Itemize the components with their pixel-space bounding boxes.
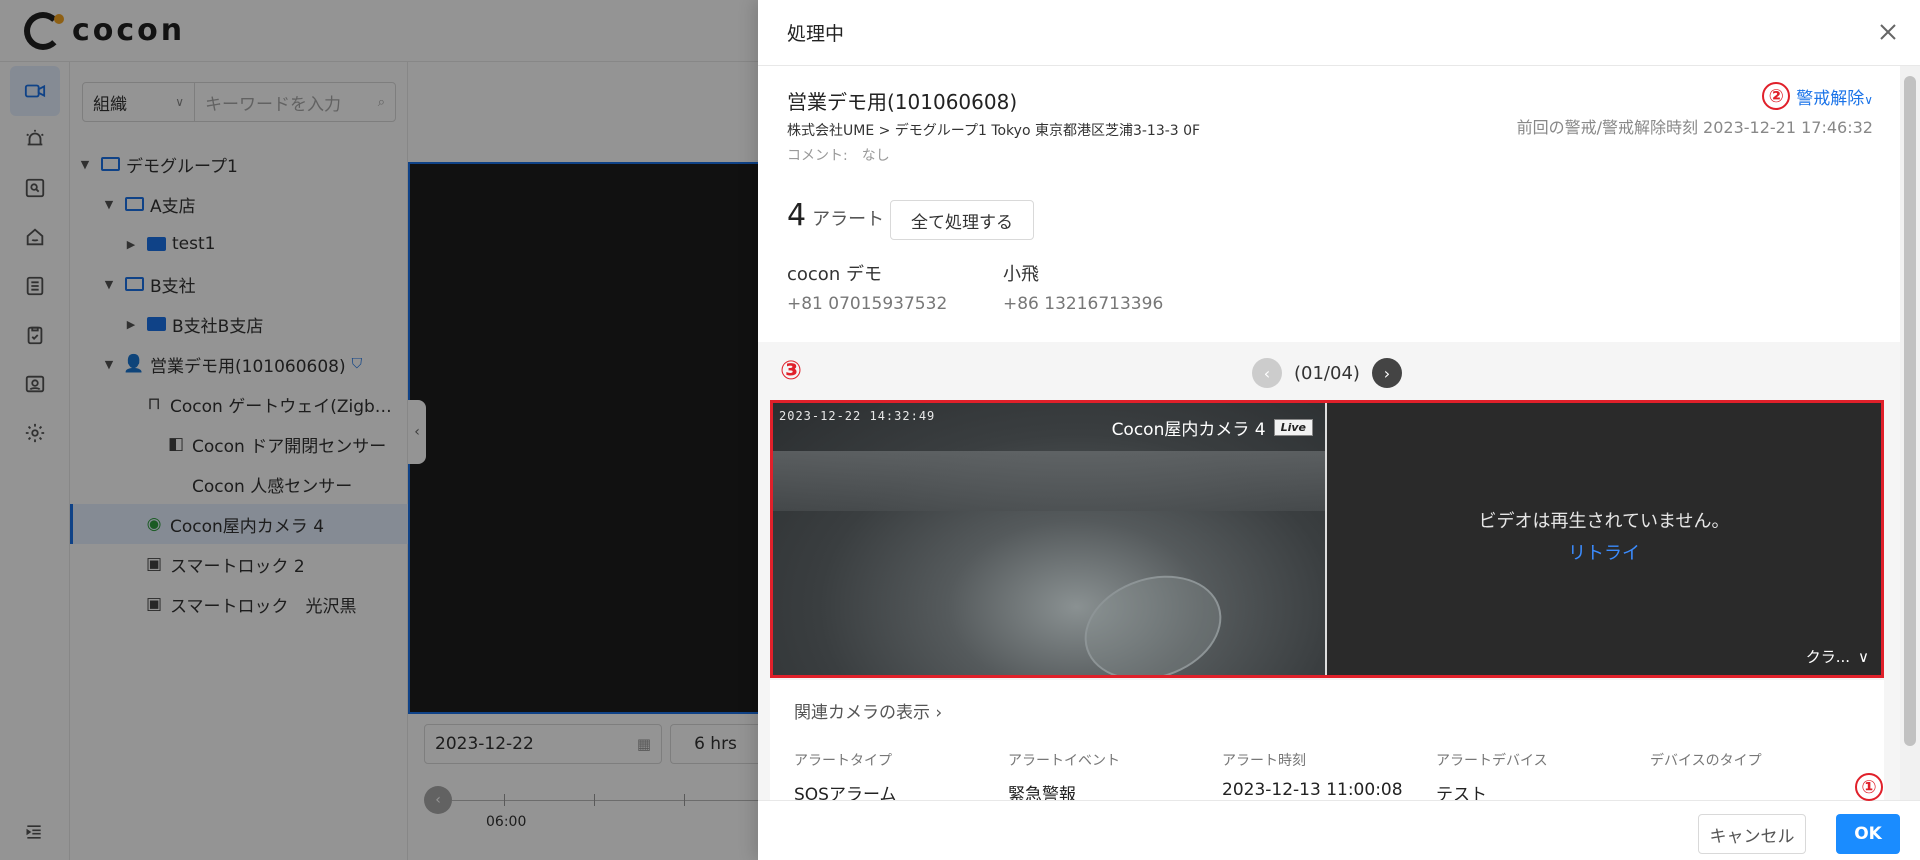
- alert-pager: ‹ (01/04) ›: [1252, 358, 1402, 388]
- site-path: 株式会社UME > デモグループ1 Tokyo 東京都港区芝浦3-13-3 0F: [787, 123, 1201, 139]
- info-header: アラートデバイス: [1436, 753, 1548, 769]
- alert-count: 4 アラート: [787, 198, 884, 233]
- camera-playback-view: ビデオは再生されていません。 リトライ クラ... ∨: [1327, 403, 1881, 675]
- annotation-badge-1: ①: [1855, 773, 1883, 801]
- disarm-label: 警戒解除: [1796, 88, 1865, 109]
- camera-title: Cocon屋内カメラ 4 Live: [1112, 415, 1313, 440]
- alert-info-card: 関連カメラの表示 › アラートタイプ SOSアラーム アラートイベント 緊急警報…: [770, 680, 1884, 800]
- alert-count-label: アラート: [812, 209, 885, 230]
- info-alert-event: アラートイベント 緊急警報: [1008, 750, 1120, 800]
- cancel-button[interactable]: キャンセル: [1698, 814, 1806, 854]
- drawer-body: 営業デモ用(101060608) 株式会社UME > デモグループ1 Tokyo…: [758, 66, 1900, 800]
- cloud-select-label: クラ...: [1805, 648, 1851, 666]
- info-alert-type: アラートタイプ SOSアラーム: [794, 750, 896, 800]
- camera-video-frame: 2023-12-22 14:32:49 Cocon屋内カメラ 4 Live ビデ…: [770, 400, 1884, 678]
- chevron-down-icon: ∨: [1864, 92, 1873, 107]
- close-icon[interactable]: [1876, 20, 1900, 44]
- retry-link[interactable]: リトライ: [1327, 539, 1881, 565]
- site-name: 営業デモ用(101060608): [787, 90, 1018, 114]
- contact-1: cocon デモ +81 07015937532: [787, 260, 947, 314]
- pager-text: (01/04): [1294, 362, 1360, 384]
- drawer-footer: ① キャンセル OK: [758, 773, 1920, 860]
- drawer-scrollbar[interactable]: [1900, 66, 1920, 800]
- info-device-type: デバイスのタイプ: [1650, 750, 1762, 780]
- info-header: デバイスのタイプ: [1650, 753, 1762, 769]
- process-all-button[interactable]: 全て処理する: [890, 200, 1034, 240]
- contact-name: cocon デモ: [787, 264, 882, 285]
- pager-next-button[interactable]: ›: [1371, 358, 1402, 388]
- related-camera-link[interactable]: 関連カメラの表示 ›: [794, 698, 942, 723]
- alert-process-drawer: 処理中 営業デモ用(101060608) 株式会社UME > デモグループ1 T…: [758, 0, 1920, 860]
- camera-image-shape: [1070, 558, 1236, 675]
- alert-count-number: 4: [787, 198, 807, 233]
- annotation-badge-2: ②: [1762, 82, 1791, 110]
- pager-prev-button[interactable]: ‹: [1252, 358, 1282, 388]
- camera-timestamp: 2023-12-22 14:32:49: [779, 409, 936, 423]
- camera-live-view[interactable]: 2023-12-22 14:32:49 Cocon屋内カメラ 4 Live: [773, 403, 1327, 675]
- drawer-header: 処理中: [758, 0, 1920, 66]
- last-arm-time: 前回の警戒/警戒解除時刻 2023-12-21 17:46:32: [1516, 118, 1873, 137]
- site-comment: コメント: なし: [787, 148, 890, 164]
- modal-overlay[interactable]: [0, 0, 758, 860]
- ok-button[interactable]: OK: [1836, 814, 1900, 854]
- info-value: テスト: [1436, 785, 1487, 800]
- info-value: SOSアラーム: [794, 785, 897, 800]
- info-value: 2023-12-13 11:00:08: [1222, 780, 1403, 800]
- contact-name: 小飛: [1003, 264, 1039, 285]
- annotation-badge-3: ③: [780, 356, 803, 386]
- cloud-select[interactable]: クラ... ∨: [1806, 646, 1869, 667]
- contact-2: 小飛 +86 13216713396: [1003, 260, 1163, 314]
- chevron-down-icon: ∨: [1858, 647, 1869, 666]
- contact-phone[interactable]: +86 13216713396: [1003, 294, 1163, 314]
- live-badge: Live: [1273, 419, 1313, 436]
- info-alert-time: アラート時刻 2023-12-13 11:00:08: [1222, 750, 1403, 800]
- camera-name: Cocon屋内カメラ 4: [1111, 420, 1266, 440]
- disarm-dropdown[interactable]: 警戒解除∨: [1796, 84, 1873, 109]
- drawer-title: 処理中: [787, 23, 845, 45]
- info-value: 緊急警報: [1008, 785, 1076, 800]
- no-playback-message: ビデオは再生されていません。: [1478, 511, 1730, 532]
- disarm-control: ② 警戒解除∨: [1762, 82, 1873, 110]
- info-alert-device: アラートデバイス テスト: [1436, 750, 1548, 800]
- info-header: アラートタイプ: [794, 753, 892, 769]
- info-header: アラート時刻: [1222, 753, 1306, 769]
- related-camera-label: 関連カメラの表示: [794, 703, 930, 723]
- camera-image-band: [773, 451, 1325, 511]
- scrollbar-thumb[interactable]: [1904, 76, 1916, 746]
- chevron-right-icon: ›: [935, 703, 943, 723]
- contact-phone[interactable]: +81 07015937532: [787, 294, 947, 314]
- info-header: アラートイベント: [1008, 753, 1120, 769]
